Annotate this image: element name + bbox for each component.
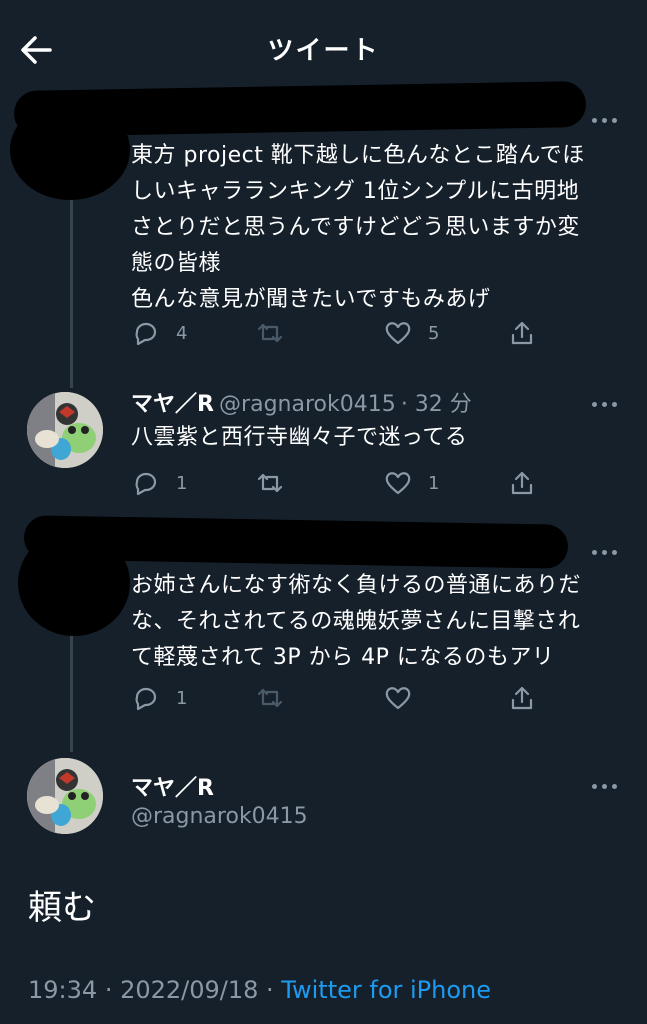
- username[interactable]: @ragnarok0415: [131, 804, 308, 829]
- tweet-source-link[interactable]: Twitter for iPhone: [281, 976, 491, 1004]
- like-button[interactable]: [384, 683, 412, 713]
- reply-button[interactable]: 4: [132, 318, 187, 348]
- share-icon: [511, 321, 533, 345]
- heart-icon: [385, 322, 411, 345]
- reply-icon: [135, 322, 157, 346]
- tweet-header: マヤ／R @ragnarok0415 · 32 分: [131, 386, 472, 418]
- share-icon: [511, 686, 533, 710]
- display-name[interactable]: マヤ／R: [131, 392, 214, 417]
- redacted-avatar: [10, 100, 130, 200]
- redacted-avatar: [18, 530, 130, 636]
- retweet-icon: [257, 688, 283, 708]
- more-options-icon[interactable]: [592, 116, 620, 124]
- display-name[interactable]: マヤ／R: [131, 770, 214, 802]
- avatar[interactable]: [27, 758, 103, 834]
- retweet-icon: [257, 323, 283, 343]
- tweet-time: 19:34: [28, 976, 98, 1004]
- share-button[interactable]: [508, 468, 536, 498]
- reply-button[interactable]: 1: [132, 468, 187, 498]
- retweet-icon: [257, 473, 283, 493]
- tweet-metadata: 19:34 · 2022/09/18 · Twitter for iPhone: [28, 976, 491, 1004]
- more-options-icon[interactable]: [592, 400, 620, 408]
- heart-icon: [385, 472, 411, 495]
- share-icon: [511, 471, 533, 495]
- like-button[interactable]: 1: [384, 468, 439, 498]
- page-title: ツイート: [267, 36, 380, 66]
- retweet-button[interactable]: [256, 468, 284, 498]
- timestamp: · 32 分: [400, 392, 472, 417]
- tweet-text: 八雲紫と西行寺幽々子で迷ってる: [131, 425, 468, 450]
- retweet-button[interactable]: [256, 683, 284, 713]
- username[interactable]: @ragnarok0415: [219, 392, 396, 417]
- reply-icon: [135, 687, 157, 711]
- main-tweet-text: 頼む: [28, 888, 96, 928]
- tweet-text: 東方 project 靴下越しに色んなとこ踏んでほ しいキャラランキング 1位シ…: [131, 143, 585, 312]
- share-button[interactable]: [508, 683, 536, 713]
- thread-line: [70, 620, 73, 752]
- share-button[interactable]: [508, 318, 536, 348]
- tweet-date: · 2022/09/18 ·: [104, 976, 274, 1004]
- avatar[interactable]: [27, 392, 103, 468]
- like-button[interactable]: 5: [384, 318, 439, 348]
- heart-icon: [385, 687, 411, 710]
- tweet-text: お姉さんになす術なく負けるの普通にありだ な、それされてるの魂魄妖夢さんに目撃さ…: [131, 573, 582, 670]
- more-options-icon[interactable]: [592, 782, 620, 790]
- reply-button[interactable]: 1: [132, 683, 187, 713]
- more-options-icon[interactable]: [592, 548, 620, 556]
- retweet-button[interactable]: [256, 318, 284, 348]
- reply-icon: [135, 472, 157, 496]
